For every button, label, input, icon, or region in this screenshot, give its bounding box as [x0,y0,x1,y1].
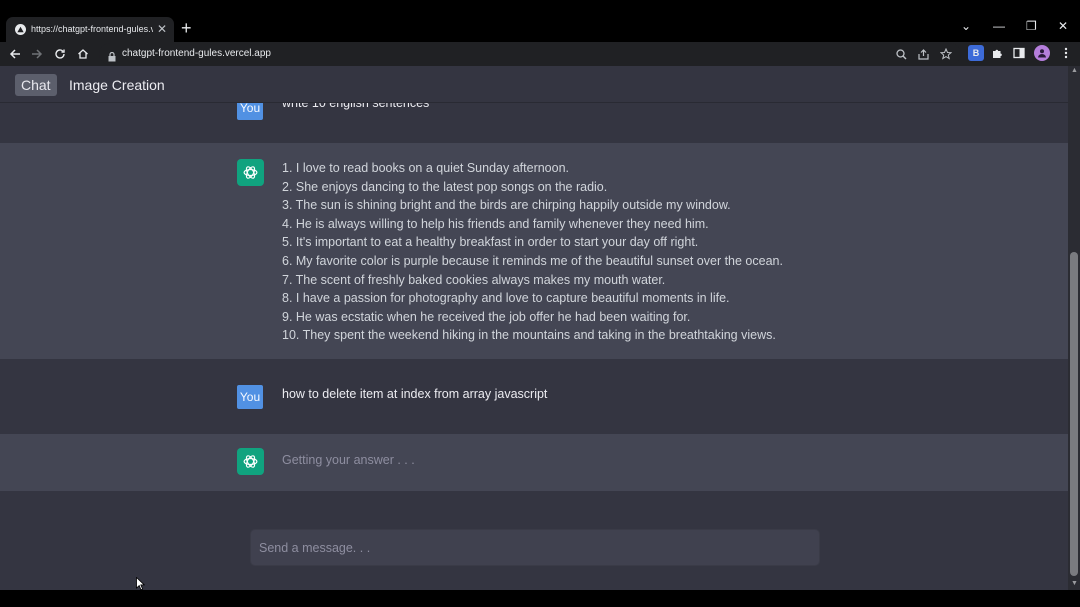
address-bar[interactable]: chatgpt-frontend-gules.vercel.app [99,43,961,65]
share-icon[interactable] [918,43,930,68]
list-item: 3. The sun is shining bright and the bir… [282,198,731,213]
window-bottom-edge [0,590,1080,607]
lock-icon[interactable] [108,49,116,67]
list-item: 4. He is always willing to help his frie… [282,216,709,231]
back-icon[interactable] [9,42,21,66]
close-window-button[interactable]: ✕ [1058,16,1068,36]
list-item: 7. The scent of freshly baked cookies al… [282,272,666,287]
home-icon[interactable] [77,42,89,66]
assistant-message: 1. I love to read books on a quiet Sunda… [0,143,1068,359]
nav-image-creation-tab[interactable]: Image Creation [69,74,165,96]
extensions-icon[interactable] [989,45,1005,61]
page-scrollbar[interactable]: ▲ ▼ [1068,66,1080,590]
tab-close-icon[interactable]: ✕ [157,17,167,42]
page-viewport: Chat Image Creation You write 10 english… [0,66,1068,590]
message-composer [250,529,820,566]
loading-text: Getting your answer . . . [282,453,415,467]
tab-title: https://chatgpt-frontend-gules.v [31,24,153,34]
mouse-pointer-icon [136,577,145,590]
message-input[interactable] [251,530,807,565]
minimize-button[interactable]: — [993,16,1005,36]
list-item: 9. He was ecstatic when he received the … [282,309,691,324]
zoom-icon[interactable] [896,43,907,68]
forward-icon[interactable] [31,42,43,66]
browser-toolbar: chatgpt-frontend-gules.vercel.app B [0,42,1080,66]
user-message: You how to delete item at index from arr… [0,359,1068,434]
scrollbar-thumb[interactable] [1070,252,1078,576]
browser-tabstrip: https://chatgpt-frontend-gules.v ✕ + ⌄ —… [0,0,1080,42]
chatgpt-logo-icon [237,448,264,475]
reload-icon[interactable] [54,42,66,66]
list-item: 2. She enjoys dancing to the latest pop … [282,179,608,194]
list-item: 6. My favorite color is purple because i… [282,253,783,268]
list-item: 8. I have a passion for photography and … [282,291,730,306]
list-item: 10. They spent the weekend hiking in the… [282,328,776,343]
nav-chat-tab[interactable]: Chat [15,74,57,96]
vercel-favicon-icon [15,24,26,35]
user-message-text: how to delete item at index from array j… [282,387,548,401]
extension-shield-icon[interactable]: B [968,45,984,61]
star-icon[interactable] [939,43,953,68]
assistant-message-loading: Getting your answer . . . [0,434,1068,491]
list-item: 1. I love to read books on a quiet Sunda… [282,161,570,175]
chatgpt-logo-icon [237,159,264,186]
scroll-up-arrow-icon[interactable]: ▲ [1071,67,1078,74]
menu-icon[interactable] [1058,45,1074,61]
new-tab-button[interactable]: + [181,18,192,38]
profile-avatar[interactable] [1034,45,1050,61]
sidepanel-icon[interactable] [1011,45,1027,61]
url-text[interactable]: chatgpt-frontend-gules.vercel.app [122,43,271,65]
app-navbar: Chat Image Creation [0,66,1068,103]
browser-tab[interactable]: https://chatgpt-frontend-gules.v ✕ [6,17,174,42]
restore-button[interactable]: ❐ [1026,16,1037,36]
user-avatar: You [237,385,263,409]
scroll-down-arrow-icon[interactable]: ▼ [1071,580,1078,587]
assistant-answer-list: 1. I love to read books on a quiet Sunda… [282,159,783,345]
tab-search-icon[interactable]: ⌄ [961,16,971,36]
list-item: 5. It's important to eat a healthy break… [282,235,699,250]
